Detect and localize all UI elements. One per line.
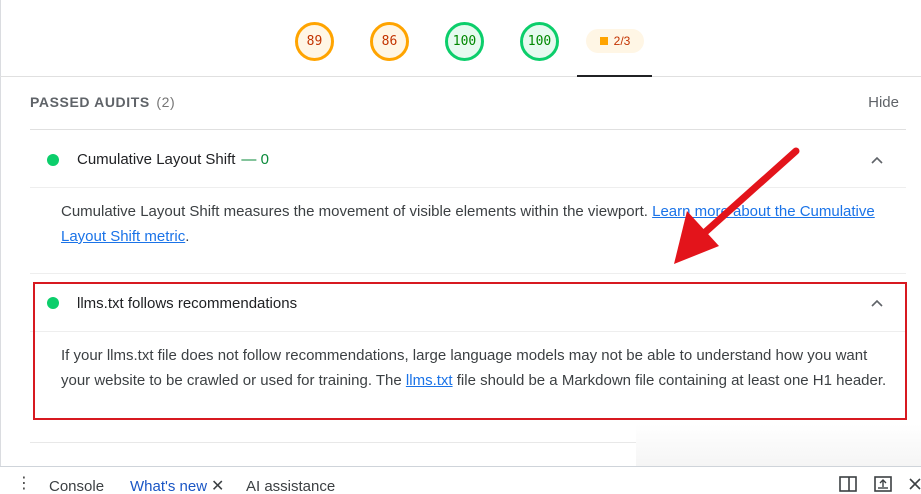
accessibility-gauge[interactable]: 86: [370, 22, 409, 61]
audit-cls-title-text: Cumulative Layout Shift: [77, 151, 236, 168]
audit-cls-title: Cumulative Layout Shift — 0: [77, 151, 269, 168]
section-count: (2): [156, 94, 176, 110]
section-title-text: PASSED AUDITS: [30, 94, 150, 110]
audit-cls-description-text: Cumulative Layout Shift measures the mov…: [61, 203, 653, 220]
section-title: PASSED AUDITS (2): [30, 94, 175, 110]
more-menu-icon[interactable]: ⋮: [16, 474, 32, 492]
tab-ai-assistance[interactable]: AI assistance: [246, 478, 335, 494]
pwa-badge[interactable]: 2/3: [586, 29, 644, 53]
performance-gauge[interactable]: 89: [295, 22, 334, 61]
audit-divider: [30, 273, 906, 274]
hide-button[interactable]: Hide: [868, 94, 899, 111]
drawer-tab-bar: ⋮ Console What's new ✕ AI assistance: [0, 466, 921, 494]
tab-whats-new[interactable]: What's new: [130, 478, 207, 494]
pwa-score: 2/3: [613, 34, 631, 48]
pwa-square-icon: [599, 37, 608, 45]
dock-side-icon[interactable]: [838, 475, 858, 493]
pass-dot-icon: [47, 154, 59, 166]
fade-overlay: [636, 424, 921, 466]
active-category-underline: [577, 75, 652, 77]
section-divider: [30, 129, 906, 130]
chevron-up-icon[interactable]: [870, 153, 884, 167]
highlight-box: [33, 282, 907, 420]
close-drawer-icon[interactable]: [905, 475, 921, 493]
best-practices-gauge[interactable]: 100: [445, 22, 484, 61]
audit-cls-description-end: .: [185, 228, 190, 245]
score-gauges: 89 86 100 100 2/3: [0, 0, 921, 77]
bottom-divider: [30, 442, 636, 443]
undock-icon[interactable]: [873, 475, 893, 493]
audit-cls-value: — 0: [241, 151, 269, 168]
annotation-arrow-icon: [674, 147, 800, 264]
tab-console[interactable]: Console: [49, 478, 104, 494]
seo-gauge[interactable]: 100: [520, 22, 559, 61]
close-tab-icon[interactable]: ✕: [211, 476, 224, 494]
